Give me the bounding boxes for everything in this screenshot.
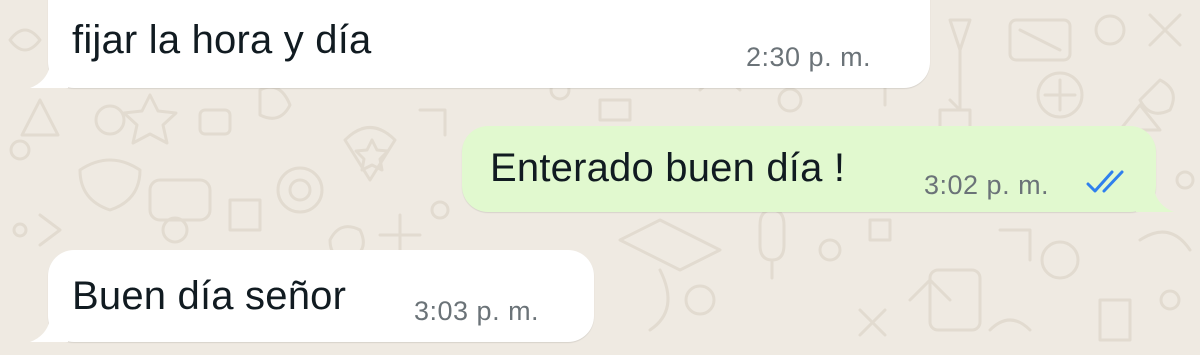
message-text: Enterado buen día ! — [490, 146, 846, 190]
message-timestamp: 3:03 p. m. — [414, 296, 540, 326]
message-bubble-incoming-1[interactable]: ▬▬ ▬▬▬▬▬ ▬▬▬ ▬▬▬▬▬ ▬ ▬▬▬▬▬▬▬▬ ▬▬ ▬ fijar… — [48, 0, 930, 88]
message-bubble-outgoing[interactable]: Enterado buen día ! 3:02 p. m. — [462, 126, 1156, 212]
message-timestamp: 3:02 p. m. — [924, 170, 1050, 200]
message-bubble-incoming-2[interactable]: Buen día señor 3:03 p. m. — [48, 250, 594, 342]
message-timestamp: 2:30 p. m. — [746, 42, 872, 72]
double-check-read-icon — [1086, 170, 1124, 193]
bubble-tail-outgoing — [1136, 182, 1174, 212]
message-text: fijar la hora y día — [72, 18, 372, 62]
message-text: Buen día señor — [72, 274, 347, 318]
bubble-tail-incoming — [30, 58, 68, 88]
bubble-tail-incoming — [30, 312, 68, 342]
